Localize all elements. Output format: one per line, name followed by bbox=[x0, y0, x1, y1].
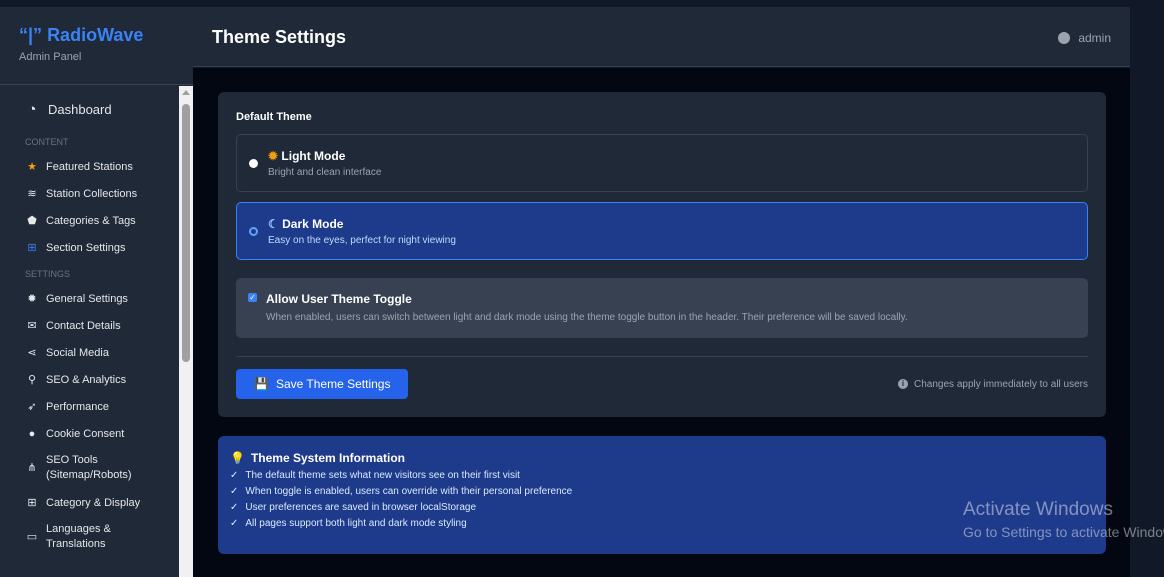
sidebar-item[interactable]: ✉ Contact Details bbox=[0, 312, 179, 339]
watermark-subtitle: Go to Settings to activate Windows. bbox=[963, 524, 1164, 540]
sidebar-scrollbar[interactable] bbox=[179, 86, 193, 577]
sidebar-item[interactable]: ⚲ SEO & Analytics bbox=[0, 366, 179, 393]
dashboard-icon: ◔ bbox=[27, 100, 37, 118]
note-text: Changes apply immediately to all users bbox=[914, 378, 1088, 390]
sidebar-item[interactable]: ➶ Performance bbox=[0, 393, 179, 420]
info-item-text: All pages support both light and dark mo… bbox=[245, 518, 467, 529]
star-icon: ★ bbox=[27, 161, 37, 173]
sidebar-item[interactable]: ✹ General Settings bbox=[0, 285, 179, 312]
sidebar-item-label: General Settings bbox=[46, 292, 128, 305]
brand: “|” RadioWave Admin Panel bbox=[0, 7, 193, 85]
sidebar-item-label: SEO Tools (Sitemap/Robots) bbox=[46, 454, 132, 481]
sidebar-item[interactable]: ⊞ Section Settings bbox=[0, 234, 179, 261]
info-title: Theme System Information bbox=[250, 451, 405, 465]
save-theme-button[interactable]: 💾 Save Theme Settings bbox=[236, 369, 409, 399]
sidebar-item-label: Categories & Tags bbox=[46, 214, 136, 227]
info-item-text: When toggle is enabled, users can overri… bbox=[245, 486, 573, 497]
moon-icon: ☾ bbox=[268, 217, 279, 231]
info-item: ✓ When toggle is enabled, users can overr… bbox=[230, 486, 1094, 497]
section-label-content: CONTENT bbox=[25, 137, 69, 147]
check-icon: ✓ bbox=[230, 486, 239, 497]
layers-icon: ≋ bbox=[27, 188, 37, 200]
dark-mode-option[interactable]: ☾ Dark Mode Easy on the eyes, perfect fo… bbox=[236, 202, 1088, 260]
divider bbox=[236, 356, 1088, 357]
option-description: Bright and clean interface bbox=[268, 167, 382, 178]
sidebar-item-label: Dashboard bbox=[48, 101, 112, 117]
sidebar-item-label: Category & Display bbox=[46, 496, 141, 509]
check-icon: ✓ bbox=[230, 518, 239, 529]
username: admin bbox=[1078, 31, 1111, 45]
info-item: ✓ The default theme sets what new visitor… bbox=[230, 470, 1094, 481]
theme-toggle-setting: ✓ Allow User Theme Toggle When enabled, … bbox=[236, 278, 1088, 338]
grid-icon: ⊞ bbox=[27, 497, 37, 509]
brand-subtitle: Admin Panel bbox=[19, 51, 82, 63]
sidebar-item[interactable]: ● Cookie Consent bbox=[0, 420, 179, 447]
watermark-title: Activate Windows bbox=[963, 499, 1113, 520]
search-icon: ⚲ bbox=[27, 374, 37, 386]
toggle-title: Allow User Theme Toggle bbox=[266, 292, 412, 306]
sidebar-item[interactable]: ★ Featured Stations bbox=[0, 153, 179, 180]
sitemap-icon: ⋔ bbox=[27, 461, 37, 474]
language-icon: ▭ bbox=[26, 530, 38, 543]
info-item-text: User preferences are saved in browser lo… bbox=[245, 502, 477, 513]
scroll-up-arrow[interactable] bbox=[182, 90, 190, 95]
grid-icon: ⊞ bbox=[27, 242, 37, 254]
share-icon: ⋖ bbox=[27, 347, 37, 359]
sidebar-item[interactable]: ⋖ Social Media bbox=[0, 339, 179, 366]
brand-logo[interactable]: “|” RadioWave bbox=[19, 25, 193, 46]
light-mode-radio[interactable] bbox=[249, 159, 258, 168]
envelope-icon: ✉ bbox=[27, 320, 37, 332]
section-label-settings: SETTINGS bbox=[25, 269, 71, 279]
option-description: Easy on the eyes, perfect for night view… bbox=[268, 235, 456, 246]
windows-watermark: Activate Windows Go to Settings to activ… bbox=[963, 499, 1164, 540]
cookie-icon: ● bbox=[28, 427, 36, 440]
sidebar-item[interactable]: ⊞ Category & Display bbox=[0, 489, 179, 516]
page-title: Theme Settings bbox=[212, 27, 347, 47]
sidebar-item-label: Performance bbox=[46, 400, 109, 413]
sidebar-item[interactable]: ⋔ SEO Tools (Sitemap/Robots) bbox=[0, 447, 179, 489]
info-icon: i bbox=[898, 379, 909, 389]
allow-toggle-checkbox[interactable]: ✓ bbox=[248, 293, 257, 302]
light-mode-option[interactable]: ✹ Light Mode Bright and clean interface bbox=[236, 134, 1088, 192]
sidebar: “|” RadioWave Admin Panel ◔ Dashboard CON… bbox=[0, 7, 193, 577]
scrollbar-thumb[interactable] bbox=[182, 104, 190, 362]
changes-note: i Changes apply immediately to all users bbox=[898, 379, 1088, 390]
check-icon: ✓ bbox=[230, 470, 239, 481]
lightbulb-icon: 💡 bbox=[230, 451, 245, 465]
info-item-text: The default theme sets what new visitors… bbox=[245, 470, 520, 481]
user-circle-icon bbox=[1058, 32, 1071, 44]
sidebar-item[interactable]: ▭ Languages & Translations bbox=[0, 516, 179, 558]
option-title: Light Mode bbox=[281, 149, 346, 163]
sun-icon: ✹ bbox=[268, 149, 279, 163]
sidebar-item-dashboard[interactable]: ◔ Dashboard bbox=[0, 89, 179, 129]
sidebar-item-label: SEO & Analytics bbox=[46, 373, 127, 386]
rocket-icon: ➶ bbox=[27, 401, 37, 413]
toggle-description: When enabled, users can switch between l… bbox=[266, 312, 908, 323]
brand-name: RadioWave bbox=[47, 25, 144, 45]
sidebar-item-label: Section Settings bbox=[46, 241, 126, 254]
sidebar-item[interactable]: ⬟ Categories & Tags bbox=[0, 207, 179, 234]
sidebar-item-label: Languages & Translations bbox=[46, 523, 111, 550]
theme-settings-card: Default Theme ✹ Light Mode Bright and cl… bbox=[218, 92, 1106, 417]
dark-mode-radio[interactable] bbox=[249, 227, 258, 236]
user-menu[interactable]: admin bbox=[1058, 31, 1111, 45]
radio-tower-icon: “|” bbox=[19, 25, 43, 45]
check-icon: ✓ bbox=[230, 502, 239, 513]
gear-icon: ✹ bbox=[27, 293, 37, 305]
default-theme-label: Default Theme bbox=[236, 111, 312, 123]
option-title: Dark Mode bbox=[282, 217, 344, 231]
sidebar-item[interactable]: ≋ Station Collections bbox=[0, 180, 179, 207]
save-icon: 💾 bbox=[254, 377, 269, 391]
save-label: Save Theme Settings bbox=[275, 377, 391, 391]
header: Theme Settings admin bbox=[193, 7, 1130, 67]
sidebar-item-label: Featured Stations bbox=[46, 160, 133, 173]
sidebar-nav: ◔ Dashboard CONTENT ★ Featured Stations ≋ St… bbox=[0, 86, 179, 577]
sidebar-item-label: Cookie Consent bbox=[46, 427, 125, 440]
tags-icon: ⬟ bbox=[27, 215, 37, 227]
sidebar-item-label: Social Media bbox=[46, 346, 109, 359]
sidebar-item-label: Contact Details bbox=[46, 319, 121, 332]
sidebar-item-label: Station Collections bbox=[46, 187, 138, 200]
